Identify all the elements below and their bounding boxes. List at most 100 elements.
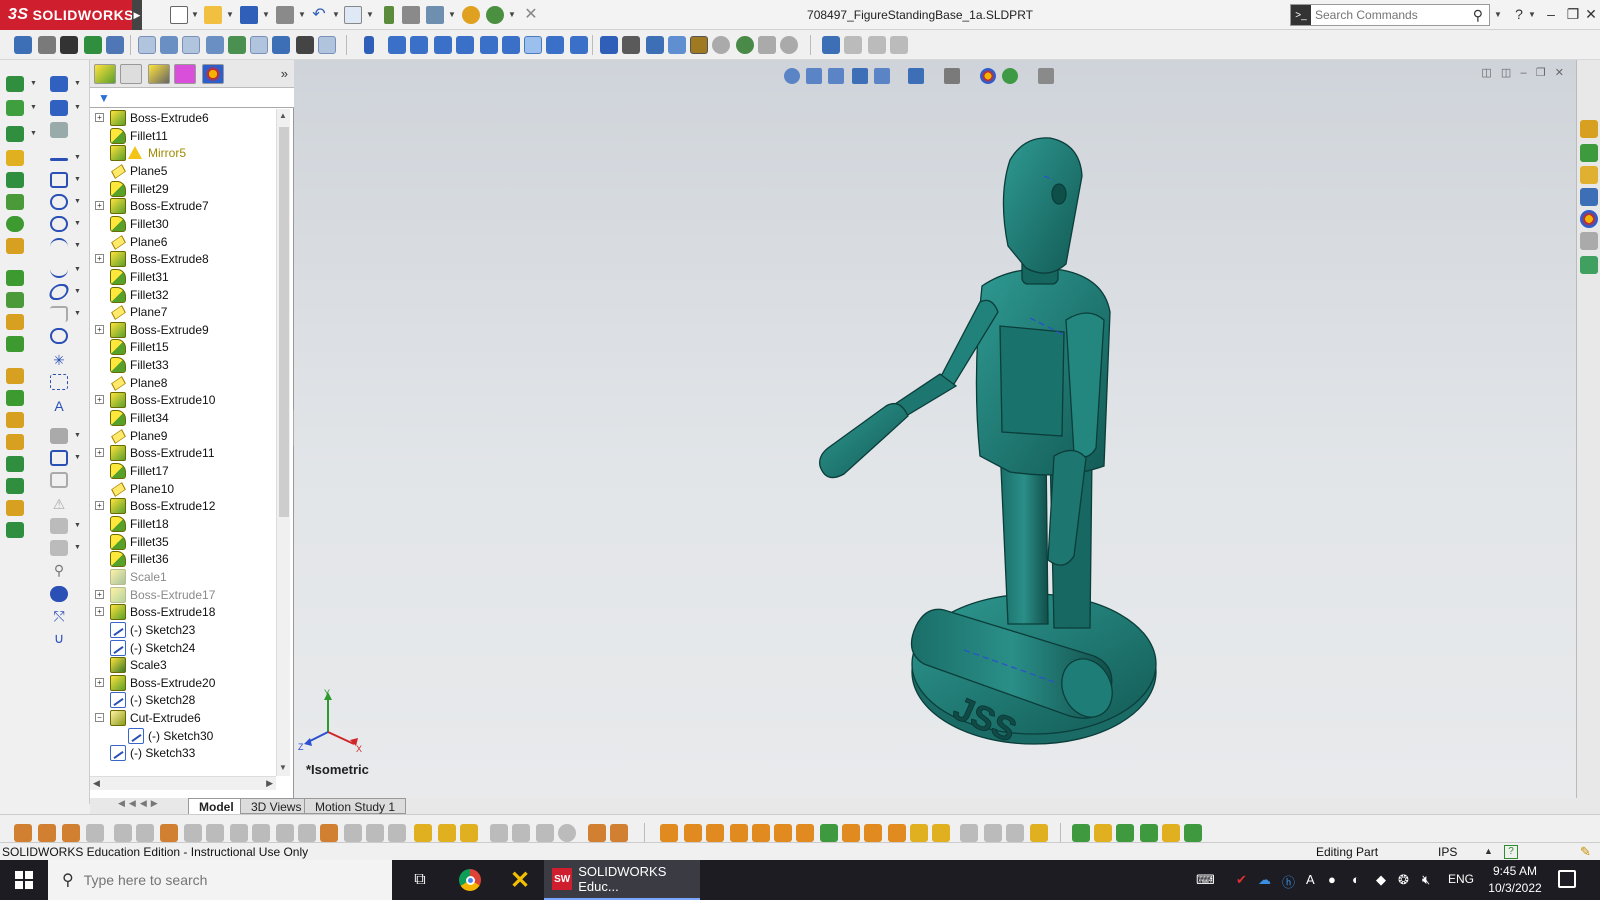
tree-item[interactable]: (-) Sketch28 [90,691,278,709]
tree-item[interactable]: Plane9 [90,427,278,445]
select-dropdown-icon[interactable]: ▼ [366,10,374,19]
weld-bead-icon[interactable] [136,824,154,842]
trim-dropdown-icon[interactable]: ▼ [74,432,81,439]
tree-item[interactable]: Fillet17 [90,462,278,480]
arc-icon[interactable] [50,238,68,254]
mirror-icon[interactable] [6,500,24,516]
filter-sketch-icon[interactable] [228,36,246,54]
previous-view-icon[interactable] [828,68,844,84]
undo-icon[interactable]: ↶ [310,6,328,24]
tree-item[interactable]: (-) Sketch30 [90,727,278,745]
curves-icon[interactable] [6,390,24,406]
tree-item[interactable]: + Boss-Extrude17 [90,586,278,604]
tab-3d-views[interactable]: 3D Views [240,798,313,814]
tree-item[interactable]: (-) Sketch24 [90,639,278,657]
gpu-tray-icon[interactable]: ● [1328,872,1336,887]
tree-item[interactable]: Fillet11 [90,127,278,145]
scroll-down-icon[interactable]: ▼ [279,763,287,772]
tree-item[interactable]: Fillet30 [90,215,278,233]
apply-scene-hud-icon[interactable] [1002,68,1018,84]
keyboard-icon[interactable]: ⌨ [1196,872,1215,888]
undercut-analysis-icon[interactable] [610,824,628,842]
smart-dim-icon[interactable] [50,100,68,116]
trim-icon[interactable] [50,428,68,444]
search-commands-input[interactable] [1315,8,1455,22]
offset-surface-icon[interactable] [820,824,838,842]
language-indicator[interactable]: ENG [1448,872,1474,886]
tooling-split-icon[interactable] [536,824,554,842]
extruded-surface-icon[interactable] [660,824,678,842]
tree-item[interactable]: Plane6 [90,233,278,251]
tree-item[interactable]: Fillet32 [90,286,278,304]
fillet-icon[interactable] [6,270,24,286]
sketch-pattern-icon[interactable] [50,518,68,534]
render-tools-icon[interactable] [758,36,776,54]
solidworks-logo[interactable]: 3S SOLIDWORKS [0,0,134,30]
rib-icon[interactable] [6,314,24,330]
rotate-icon[interactable] [668,36,686,54]
pattern-dropdown-icon[interactable]: ▼ [74,522,81,529]
spline-dropdown-icon[interactable]: ▼ [74,266,81,273]
expand-icon[interactable]: + [95,113,104,122]
view-orientation-icon[interactable] [600,36,618,54]
tree-item[interactable]: Fillet34 [90,409,278,427]
select-filter-icon[interactable] [138,36,156,54]
reference-geometry-icon[interactable] [6,368,24,384]
text-icon[interactable]: A [50,398,68,414]
sketch-icon[interactable] [50,76,68,92]
scroll-up-icon[interactable]: ▲ [279,111,287,120]
filter-vertices-icon[interactable] [206,36,224,54]
view-layout-icon[interactable] [868,36,886,54]
centerline-icon[interactable] [50,374,68,390]
scroll-thumb[interactable] [279,127,289,517]
options-icon[interactable] [426,6,444,24]
offset-entities-icon[interactable] [50,472,68,488]
zoom-icon[interactable] [622,36,640,54]
file-explorer-icon[interactable] [1580,166,1598,184]
display-manager-tab-icon[interactable] [202,64,224,84]
tree-item[interactable]: + Boss-Extrude6 [90,109,278,127]
slot-dropdown-icon[interactable]: ▼ [74,198,81,205]
mold-tools-icon[interactable] [414,824,432,842]
tree-item[interactable]: (-) Sketch33 [90,744,278,762]
expand-icon[interactable]: + [95,607,104,617]
model-items-icon[interactable] [844,36,862,54]
parting-line-icon[interactable] [438,824,456,842]
font-tray-icon[interactable]: A [1306,872,1315,887]
unit-system-dropdown-icon[interactable]: ▲ [1484,846,1493,856]
wrap-icon[interactable] [6,456,24,472]
dimxpert-icon[interactable] [106,36,124,54]
3d-model-figure[interactable]: JSS [804,136,1164,756]
hem-icon[interactable] [252,824,270,842]
sketch-toolbar-icon[interactable] [38,36,56,54]
filter-points-icon[interactable] [296,36,314,54]
close-button[interactable]: ✕ [1582,6,1600,23]
new-document-icon[interactable] [170,6,188,24]
save-icon[interactable] [240,6,258,24]
quick-snaps-icon[interactable]: ⤲ [50,608,68,624]
point-icon[interactable]: ✳ [50,352,68,368]
swept-dropdown-icon[interactable]: ▼ [30,130,37,137]
extruded-cut-icon[interactable] [6,194,24,210]
replace-face-icon[interactable] [910,824,928,842]
tree-item[interactable]: + Boss-Extrude8 [90,250,278,268]
core-icon[interactable] [558,824,576,842]
restore-button[interactable]: ❐ [1562,6,1584,23]
normal-to-icon[interactable] [364,36,374,54]
expand-icon[interactable]: + [95,201,104,211]
configuration-manager-tab-icon[interactable] [148,64,170,84]
custom-properties-icon[interactable] [1580,232,1598,250]
sheet-format-icon[interactable] [822,36,840,54]
rapid-sketch-icon[interactable]: ∪ [50,630,68,646]
curve-through-points-icon[interactable] [1072,824,1090,842]
tab-navigation-arrows[interactable]: ◀◀◀▶ [118,798,182,814]
open-folder-icon[interactable] [204,6,222,24]
spiral-icon[interactable] [1184,824,1202,842]
ruled-surface-icon[interactable] [512,824,530,842]
spline-icon[interactable] [50,262,68,278]
viewport-window-controls[interactable]: ◫ ◫ – ❐ ✕ [1481,66,1564,79]
collapse-icon[interactable]: − [95,713,104,723]
taskbar-search-input[interactable] [83,872,364,888]
swept-surface-icon[interactable] [706,824,724,842]
extend-surface-icon[interactable] [932,824,950,842]
